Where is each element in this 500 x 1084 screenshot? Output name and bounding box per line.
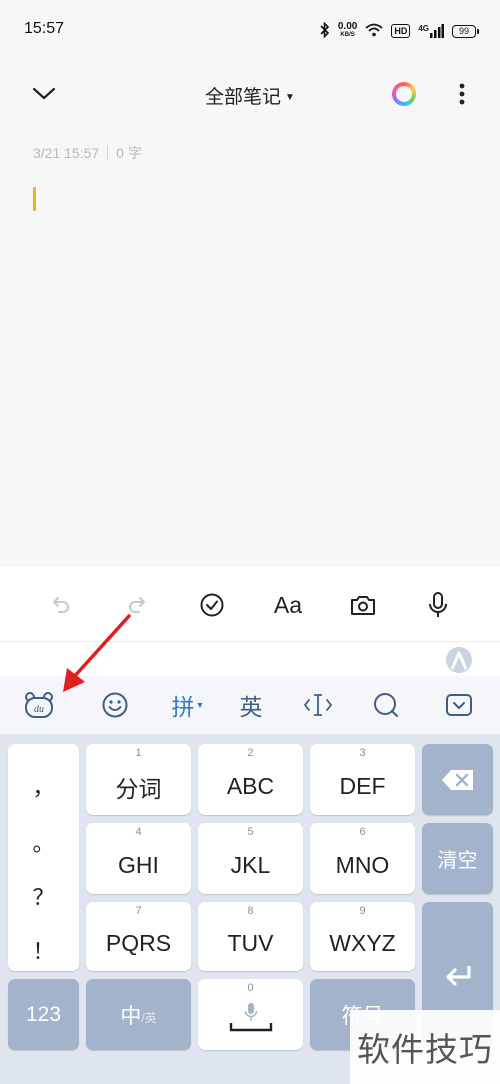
- network-type: 4G: [418, 24, 429, 33]
- key-label: TUV: [227, 930, 274, 956]
- pinyin-mode-button[interactable]: 拼 ▼: [166, 686, 210, 724]
- language-switch-key[interactable]: 中 /英: [86, 979, 191, 1050]
- microphone-icon: [429, 592, 447, 617]
- color-theme-button[interactable]: [392, 82, 416, 106]
- key-number: 5: [247, 826, 254, 838]
- punct-comma[interactable]: ，: [8, 770, 79, 802]
- key-label: ABC: [226, 773, 275, 799]
- note-meta: 3/21 15:57 0 字: [33, 143, 142, 163]
- voice-input-button[interactable]: [420, 587, 456, 623]
- net-speed-unit: KB/S: [340, 32, 355, 38]
- key-4[interactable]: 4 GHI: [86, 823, 191, 894]
- punctuation-column[interactable]: ， 。 ？ ！: [8, 744, 79, 971]
- page-title: 全部笔记: [205, 87, 282, 108]
- backspace-icon: [441, 769, 473, 790]
- dropdown-caret-icon: ▼: [285, 92, 295, 104]
- number-mode-label: 123: [25, 1002, 62, 1026]
- color-ring-icon: [396, 86, 412, 102]
- key-number: 7: [135, 905, 142, 917]
- camera-button[interactable]: [345, 587, 381, 623]
- ime-avatar-button[interactable]: [446, 647, 472, 673]
- net-speed: 0.00 KB/S: [338, 22, 357, 40]
- key-number: 2: [247, 747, 254, 759]
- en-sub-label: /英: [141, 1011, 157, 1025]
- key-9[interactable]: 9 WXYZ: [310, 902, 415, 971]
- key-number: 0: [247, 982, 254, 994]
- key-number: 4: [135, 826, 142, 838]
- cursor-move-icon: [303, 694, 333, 716]
- assistant-icon: [450, 651, 468, 670]
- key-label: 分词: [115, 775, 162, 802]
- camera-icon: [351, 596, 375, 615]
- keyboard-collapse-icon: [446, 694, 472, 716]
- status-icons: 0.00 KB/S HD 4G 99: [320, 20, 479, 42]
- english-mode-button[interactable]: 英: [232, 686, 270, 724]
- punct-period[interactable]: 。: [8, 826, 79, 858]
- wifi-icon: [365, 23, 383, 40]
- text-format-button[interactable]: Aa: [268, 587, 308, 623]
- zh-label: 中: [120, 1004, 142, 1028]
- key-number: 6: [359, 826, 366, 838]
- annotation-arrow: [63, 614, 131, 692]
- key-3[interactable]: 3 DEF: [310, 744, 415, 815]
- key-7[interactable]: 7 PQRS: [86, 902, 191, 971]
- key-8[interactable]: 8 TUV: [198, 902, 303, 971]
- key-label: MNO: [335, 852, 390, 878]
- svg-text:du: du: [34, 704, 44, 715]
- key-2[interactable]: 2 ABC: [198, 744, 303, 815]
- note-date: 3/21 15:57: [33, 145, 100, 161]
- key-label: PQRS: [105, 930, 172, 956]
- backspace-key[interactable]: [422, 744, 493, 815]
- enter-icon: [445, 966, 471, 986]
- signal-icon: 4G: [418, 24, 444, 38]
- key-number: 1: [135, 747, 142, 759]
- notes-folder-selector[interactable]: 全部笔记 ▼: [0, 82, 500, 109]
- space-bar-icon: [229, 1022, 272, 1031]
- microphone-icon: [244, 1002, 257, 1021]
- more-vertical-icon: [459, 83, 465, 105]
- net-speed-value: 0.00: [337, 21, 358, 32]
- key-label: DEF: [339, 773, 386, 799]
- number-mode-key[interactable]: 123: [8, 979, 79, 1050]
- dropdown-caret-icon: ▼: [195, 700, 205, 710]
- note-body-input[interactable]: [20, 180, 480, 560]
- clear-key[interactable]: 清空: [422, 823, 493, 894]
- key-6[interactable]: 6 MNO: [310, 823, 415, 894]
- key-1[interactable]: 1 分词: [86, 744, 191, 815]
- battery-icon: 99: [452, 24, 479, 38]
- meta-divider: [107, 146, 109, 160]
- key-label: WXYZ: [329, 930, 396, 956]
- more-options-button[interactable]: [452, 82, 472, 106]
- pinyin-label: 拼: [171, 694, 195, 720]
- search-button[interactable]: [368, 686, 404, 724]
- text-format-icon: Aa: [273, 591, 303, 618]
- bluetooth-icon: [320, 21, 330, 41]
- key-5[interactable]: 5 JKL: [198, 823, 303, 894]
- english-label: 英: [239, 694, 263, 720]
- key-number: 8: [247, 905, 254, 917]
- checklist-icon: [200, 593, 224, 617]
- status-time: 15:57: [24, 20, 65, 37]
- word-count: 0 字: [116, 145, 142, 161]
- clear-label: 清空: [437, 850, 478, 872]
- punct-exclaim[interactable]: ！: [8, 934, 79, 966]
- search-icon: [374, 693, 398, 717]
- key-number: 3: [359, 747, 366, 759]
- key-label: GHI: [118, 852, 159, 878]
- watermark-text: 软件技巧: [350, 1010, 500, 1084]
- checklist-button[interactable]: [194, 587, 230, 623]
- baidu-du-button[interactable]: du: [20, 686, 58, 724]
- cursor-move-button[interactable]: [300, 686, 336, 724]
- baidu-du-icon: du: [25, 692, 53, 718]
- key-number: 9: [359, 905, 366, 917]
- punct-question[interactable]: ？: [8, 880, 79, 912]
- key-label: JKL: [230, 852, 271, 878]
- space-key[interactable]: 0: [198, 979, 303, 1050]
- keyboard-collapse-button[interactable]: [443, 686, 475, 724]
- hd-badge: HD: [391, 24, 411, 38]
